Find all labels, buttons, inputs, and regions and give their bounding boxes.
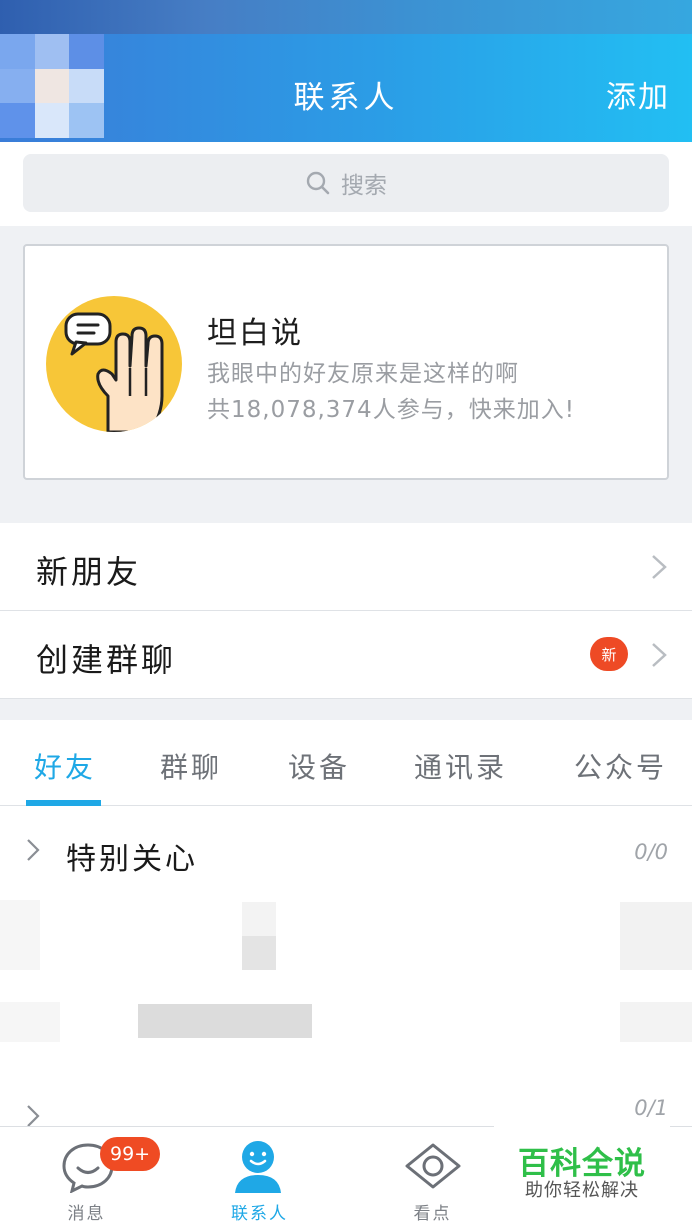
header-bar: 联系人 添加	[0, 0, 692, 142]
blurred-content	[0, 900, 40, 970]
nav-contacts[interactable]: 联系人	[173, 1127, 346, 1230]
chevron-right-icon	[27, 839, 40, 861]
contacts-person-icon	[235, 1141, 281, 1193]
blurred-content	[620, 1002, 692, 1042]
tab-official-accounts[interactable]: 公众号	[574, 746, 667, 786]
promo-participants: 共18,078,374人参与，快来加入!	[207, 397, 575, 423]
create-group-chat-row[interactable]: 创建群聊 新	[0, 611, 692, 699]
search-placeholder: 搜索	[341, 173, 387, 199]
blurred-content	[138, 1004, 312, 1038]
page-title: 联系人	[293, 80, 399, 116]
chevron-right-icon	[652, 643, 667, 667]
tab-group-chats[interactable]: 群聊	[160, 746, 222, 786]
promo-description: 我眼中的好友原来是这样的啊	[207, 361, 519, 387]
friend-group-name: 特别关心	[66, 842, 198, 877]
tab-address-book[interactable]: 通讯录	[414, 746, 507, 786]
eye-icon	[405, 1143, 461, 1189]
chevron-right-icon	[27, 1105, 40, 1126]
promo-title: 坦白说	[207, 316, 303, 351]
promo-card[interactable]: 坦白说 我眼中的好友原来是这样的啊 共18,078,374人参与，快来加入!	[23, 244, 669, 480]
create-group-chat-label: 创建群聊	[36, 641, 177, 679]
tab-friends[interactable]: 好友	[34, 746, 96, 786]
new-badge: 新	[590, 637, 628, 671]
status-bar	[0, 0, 692, 34]
nav-label-messages: 消息	[67, 1204, 106, 1224]
blurred-content	[620, 902, 692, 970]
friend-group-count: 0/0	[634, 840, 668, 864]
unread-badge: 99+	[100, 1137, 161, 1171]
friend-group-row[interactable]: 0/1	[0, 1096, 692, 1126]
watermark-logo: 百科全说 助你轻松解决	[494, 1126, 670, 1230]
hand-gesture-icon	[46, 296, 182, 432]
search-area: 搜索	[0, 142, 692, 226]
blurred-content	[242, 902, 276, 936]
friend-group-count: 0/1	[634, 1096, 668, 1120]
new-friends-label: 新朋友	[36, 553, 142, 591]
contacts-tabs: 好友 群聊 设备 通讯录 公众号	[0, 720, 692, 806]
blurred-content	[242, 936, 276, 970]
blurred-content	[0, 1002, 60, 1042]
nav-messages[interactable]: 99+ 消息	[0, 1127, 173, 1230]
friends-list: 特别关心 0/0 0/1	[0, 806, 692, 1126]
watermark-subtitle: 助你轻松解决	[525, 1180, 639, 1201]
nav-label-contacts: 联系人	[231, 1204, 288, 1224]
search-input[interactable]: 搜索	[23, 154, 669, 212]
tab-devices[interactable]: 设备	[288, 746, 350, 786]
search-icon	[306, 171, 330, 195]
new-friends-row[interactable]: 新朋友	[0, 523, 692, 611]
friend-group-special-care[interactable]: 特别关心 0/0	[0, 806, 692, 898]
contacts-screen: 联系人 添加 搜索 坦白说 我眼中的好友原来是这样的啊 共18,078,374人…	[0, 0, 692, 1230]
add-button[interactable]: 添加	[606, 72, 670, 116]
chevron-right-icon	[652, 555, 667, 579]
